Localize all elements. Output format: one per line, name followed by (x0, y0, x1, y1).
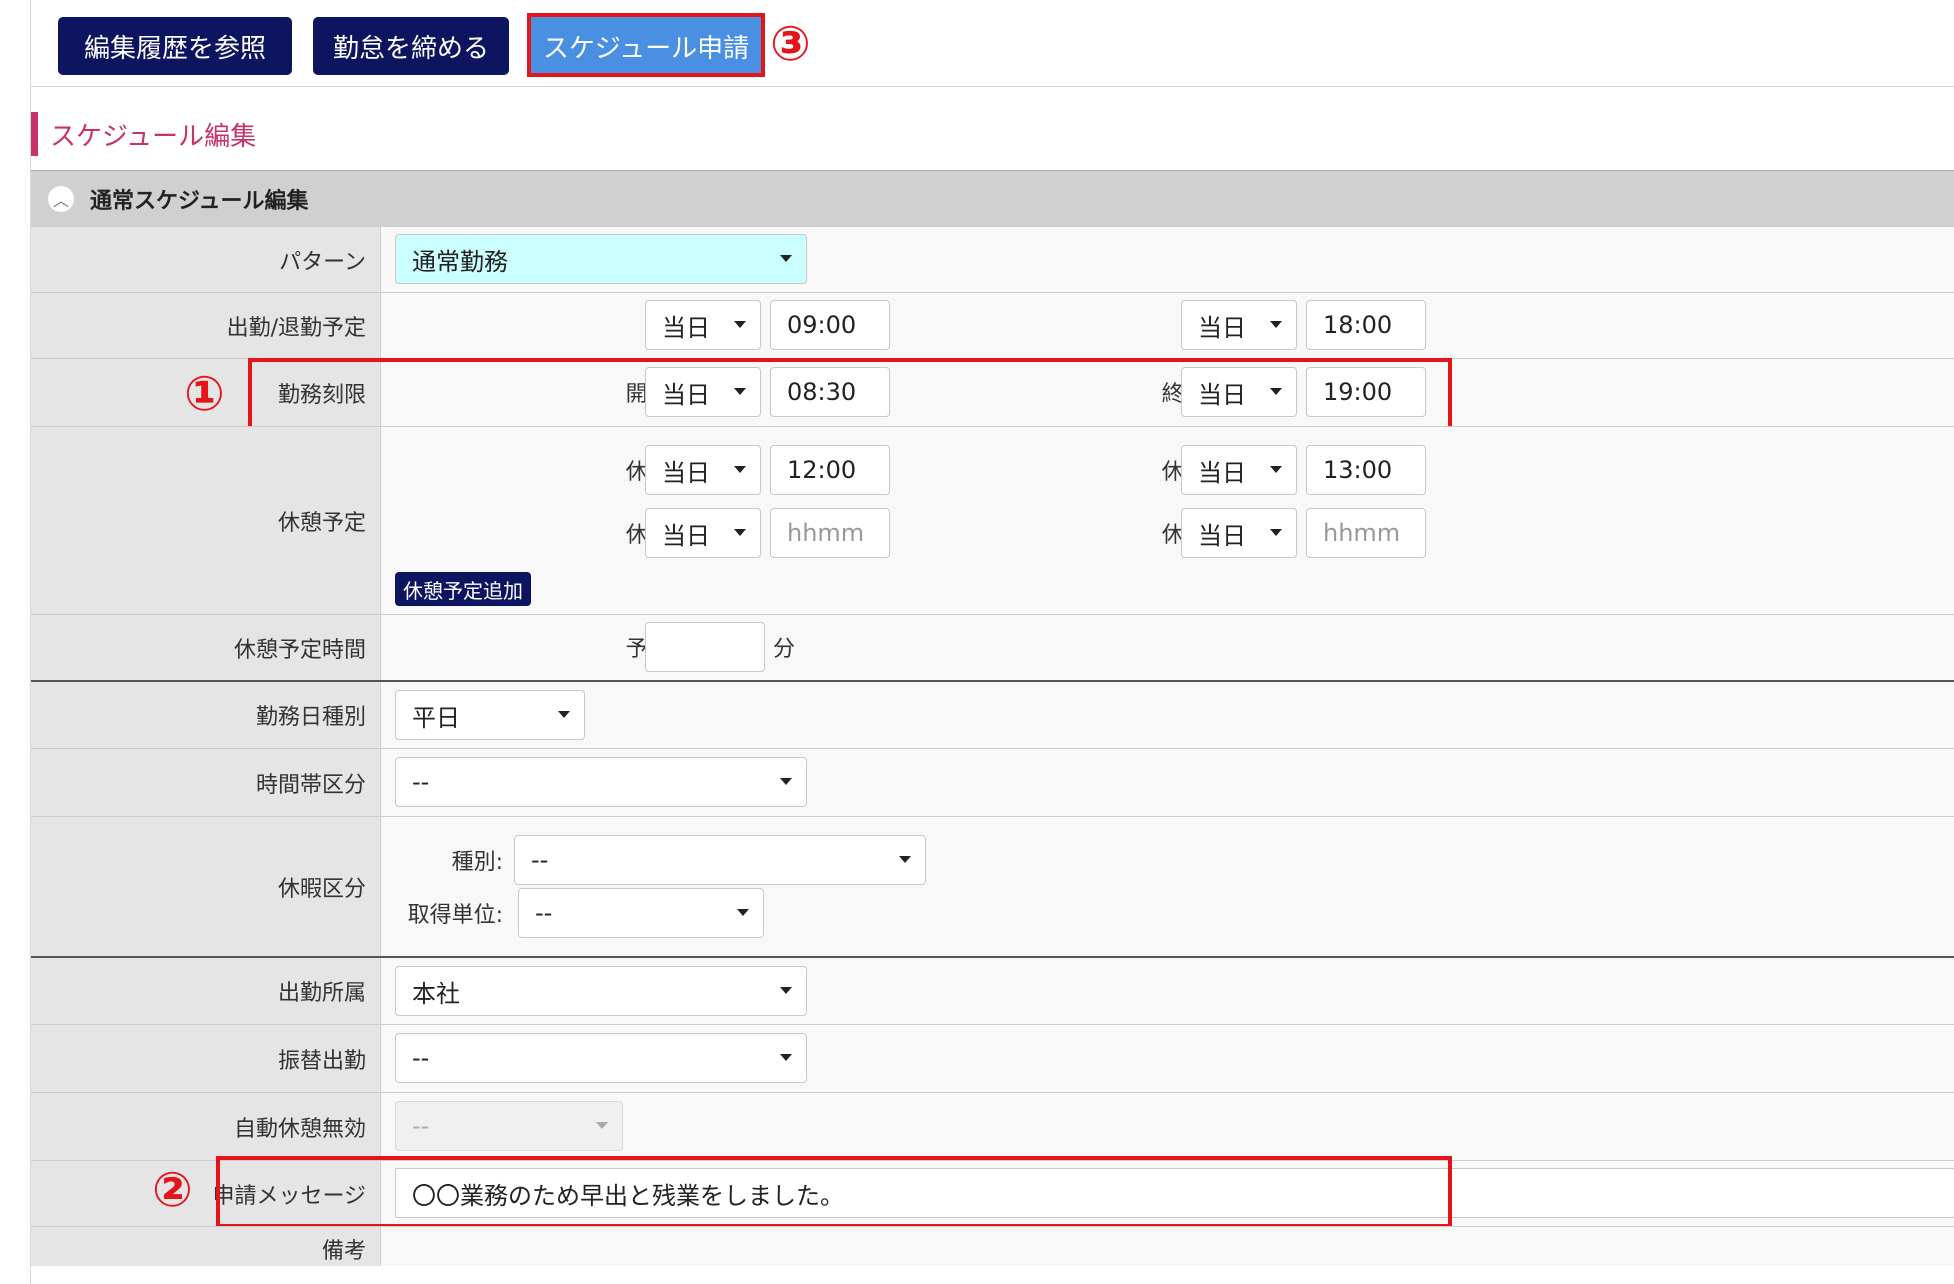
office-label: 出勤所属 (31, 958, 381, 1024)
caret-down-icon (558, 711, 570, 718)
break2-start-day-value: 当日 (662, 521, 710, 550)
leave-type-label: 種別: (451, 850, 503, 875)
highlight-message (216, 1156, 1452, 1228)
break2-end-time-input[interactable]: hhmm (1306, 508, 1426, 558)
attend-start-time-input[interactable]: 09:00 (770, 300, 890, 350)
break1-start-time-input[interactable]: 12:00 (770, 445, 890, 495)
break-time-label: 休憩予定時間 (31, 615, 381, 680)
day-type-select[interactable]: 平日 (395, 690, 585, 740)
row-time-zone: 時間帯区分 -- (31, 748, 1954, 816)
panel-title: 通常スケジュール編集 (90, 188, 309, 214)
break1-start-day-value: 当日 (662, 458, 710, 487)
row-pattern: パターン 通常勤務 (31, 226, 1954, 292)
caret-down-icon (780, 1054, 792, 1061)
attend-end-time-input[interactable]: 18:00 (1306, 300, 1426, 350)
pattern-value: 通常勤務 (412, 247, 508, 276)
break-time-input[interactable] (645, 622, 765, 672)
break2-end-day-value: 当日 (1198, 521, 1246, 550)
row-auto-break: 自動休憩無効 -- (31, 1092, 1954, 1160)
edit-history-button[interactable]: 編集履歴を参照 (58, 17, 292, 75)
break2-start-day-select[interactable]: 当日 (645, 508, 761, 558)
row-break-time: 休憩予定時間 予定時間: 分 (31, 614, 1954, 680)
row-office: 出勤所属 本社 (31, 956, 1954, 1024)
attend-label: 出勤/退勤予定 (31, 293, 381, 358)
attend-end-day-select[interactable]: 当日 (1181, 300, 1297, 350)
time-zone-label: 時間帯区分 (31, 749, 381, 816)
substitute-label: 振替出勤 (31, 1025, 381, 1092)
caret-down-icon (734, 321, 746, 328)
office-select[interactable]: 本社 (395, 966, 807, 1016)
row-substitute: 振替出勤 -- (31, 1024, 1954, 1092)
pattern-label: パターン (31, 227, 381, 292)
break-label: 休憩予定 (31, 427, 381, 614)
caret-down-icon (734, 466, 746, 473)
leave-type-select[interactable]: -- (514, 835, 926, 885)
caret-down-icon (737, 909, 749, 916)
caret-down-icon (734, 529, 746, 536)
row-break: 休憩予定 休憩開始: 当日 12:00 休憩終了: 当日 13:00 休憩開始:… (31, 426, 1954, 614)
time-zone-value: -- (412, 768, 430, 796)
panel-header[interactable]: ︿ 通常スケジュール編集 (31, 170, 1954, 226)
row-day-type: 勤務日種別 平日 (31, 680, 1954, 748)
auto-break-label: 自動休憩無効 (31, 1093, 381, 1160)
auto-break-select: -- (395, 1101, 623, 1151)
break2-start-time-input[interactable]: hhmm (770, 508, 890, 558)
caret-down-icon (596, 1122, 608, 1129)
caret-down-icon (780, 255, 792, 262)
break1-end-time-input[interactable]: 13:00 (1306, 445, 1426, 495)
break2-start-placeholder: hhmm (787, 519, 865, 547)
remarks-area (381, 1227, 1954, 1266)
row-attend: 出勤/退勤予定 出勤: 当日 09:00 退勤: 当日 18:00 (31, 292, 1954, 358)
caret-down-icon (780, 987, 792, 994)
day-type-label: 勤務日種別 (31, 682, 381, 748)
office-value: 本社 (412, 979, 460, 1008)
day-type-value: 平日 (412, 703, 460, 732)
annotation-marker-3: ③ (770, 16, 811, 72)
caret-down-icon (780, 778, 792, 785)
auto-break-value: -- (412, 1112, 430, 1140)
break1-end-day-select[interactable]: 当日 (1181, 445, 1297, 495)
break2-end-day-select[interactable]: 当日 (1181, 508, 1297, 558)
leave-unit-value: -- (535, 899, 553, 927)
annotation-marker-1: ① (184, 366, 225, 422)
caret-down-icon (899, 856, 911, 863)
leave-label: 休暇区分 (31, 817, 381, 956)
chevron-up-icon[interactable]: ︿ (48, 185, 74, 212)
close-attendance-button[interactable]: 勤怠を締める (313, 17, 509, 75)
highlight-apply-button (527, 13, 765, 77)
break-time-unit: 分 (773, 637, 796, 662)
leave-unit-label: 取得単位: (407, 903, 503, 928)
caret-down-icon (1270, 321, 1282, 328)
attend-end-day-value: 当日 (1198, 313, 1246, 342)
toolbar-divider (31, 86, 1954, 87)
attend-start-day-select[interactable]: 当日 (645, 300, 761, 350)
caret-down-icon (1270, 529, 1282, 536)
annotation-marker-2: ② (152, 1162, 193, 1218)
break2-end-placeholder: hhmm (1323, 519, 1401, 547)
substitute-select[interactable]: -- (395, 1033, 807, 1083)
break1-start-day-select[interactable]: 当日 (645, 445, 761, 495)
pattern-select[interactable]: 通常勤務 (395, 234, 807, 284)
section-title: スケジュール編集 (31, 112, 256, 156)
highlight-work-limit (248, 358, 1452, 430)
caret-down-icon (1270, 466, 1282, 473)
remarks-label: 備考 (31, 1227, 381, 1266)
attend-start-day-value: 当日 (662, 313, 710, 342)
leave-unit-select[interactable]: -- (518, 888, 764, 938)
leave-type-value: -- (531, 846, 549, 874)
row-leave: 休暇区分 種別: -- 取得単位: -- (31, 816, 1954, 956)
substitute-value: -- (412, 1044, 430, 1072)
break1-end-day-value: 当日 (1198, 458, 1246, 487)
add-break-button[interactable]: 休憩予定追加 (395, 572, 531, 606)
row-remarks: 備考 (31, 1226, 1954, 1266)
time-zone-select[interactable]: -- (395, 757, 807, 807)
